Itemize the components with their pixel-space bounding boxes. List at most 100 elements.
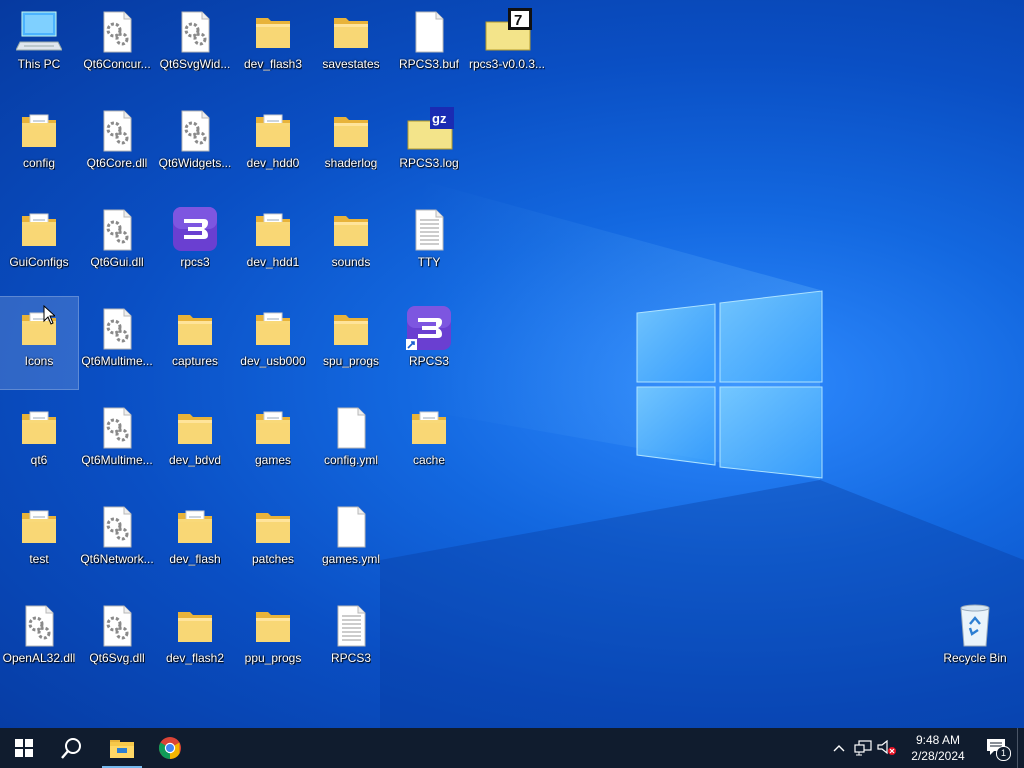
desktop-icon-rpcs3-v0-0-3[interactable]: 7 rpcs3-v0.0.3...	[468, 0, 546, 92]
desktop-icon-cache[interactable]: cache	[390, 396, 468, 488]
desktop-icon-qt6network[interactable]: Qt6Network...	[78, 495, 156, 587]
network-button[interactable]	[851, 728, 875, 768]
desktop-icon-rpcs3[interactable]: RPCS3	[390, 297, 468, 389]
desktop-icon-label: Icons	[24, 354, 54, 368]
desktop-icon-guiconfigs[interactable]: GuiConfigs	[0, 198, 78, 290]
desktop-icon-label: TTY	[417, 255, 441, 269]
desktop-icon-label: RPCS3.log	[399, 156, 459, 170]
desktop-icon-label: patches	[251, 552, 295, 566]
folderdoc-icon	[16, 305, 62, 351]
dll-icon	[94, 404, 140, 450]
file-explorer-icon	[110, 740, 134, 758]
desktop-icon-ppu-progs[interactable]: ppu_progs	[234, 594, 312, 686]
desktop-icon-label: games.yml	[321, 552, 380, 566]
search-button[interactable]	[48, 728, 96, 768]
desktop-icon-label: GuiConfigs	[9, 255, 69, 269]
folder-icon	[172, 602, 218, 648]
clock-date: 2/28/2024	[911, 749, 965, 763]
windows-start-icon	[15, 739, 33, 757]
desktop-icon-qt6svg-dll[interactable]: Qt6Svg.dll	[78, 594, 156, 686]
desktop-icon-shaderlog[interactable]: shaderlog	[312, 99, 390, 191]
desktop-icon-label: Qt6Multime...	[81, 354, 153, 368]
action-center-button[interactable]: 1	[977, 728, 1017, 768]
system-tray: 9:48 AM 2/28/2024 1	[827, 728, 1024, 768]
desktop-icon-dev-flash3[interactable]: dev_flash3	[234, 0, 312, 92]
clock[interactable]: 9:48 AM 2/28/2024	[899, 732, 977, 764]
rpcs3-icon	[406, 305, 452, 351]
desktop-icon-label: Qt6Core.dll	[86, 156, 148, 170]
desktop-icon-rpcs3-log[interactable]: gz RPCS3.log	[390, 99, 468, 191]
folder-icon	[172, 305, 218, 351]
desktop-icon-this-pc[interactable]: This PC	[0, 0, 78, 92]
folderdoc-icon	[16, 404, 62, 450]
desktop-icon-label: shaderlog	[324, 156, 378, 170]
show-hidden-icons-button[interactable]	[827, 728, 851, 768]
desktop-icon-icons[interactable]: Icons	[0, 296, 79, 390]
desktop-icon-label: dev_bdvd	[168, 453, 222, 467]
desktop-icon-captures[interactable]: captures	[156, 297, 234, 389]
desktop-icon-spu-progs[interactable]: spu_progs	[312, 297, 390, 389]
start-button[interactable]	[0, 728, 48, 768]
folderdoc-icon	[250, 107, 296, 153]
archive7z-icon: 7	[484, 8, 532, 54]
desktop-icon-rpcs3-buf[interactable]: RPCS3.buf	[390, 0, 468, 92]
dll-icon	[94, 305, 140, 351]
desktop-icon-patches[interactable]: patches	[234, 495, 312, 587]
desktop-icon-config-yml[interactable]: config.yml	[312, 396, 390, 488]
desktop-icon-label: Qt6Svg.dll	[89, 651, 145, 665]
desktop-icon-games-yml[interactable]: games.yml	[312, 495, 390, 587]
desktop-icon-label: dev_flash3	[243, 57, 303, 71]
desktop-icon-test[interactable]: test	[0, 495, 78, 587]
desktop-icon-dev-usb000[interactable]: dev_usb000	[234, 297, 312, 389]
desktop-icon-sounds[interactable]: sounds	[312, 198, 390, 290]
desktop-icon-qt6concur[interactable]: Qt6Concur...	[78, 0, 156, 92]
desktop-icon-rpcs3[interactable]: RPCS3	[312, 594, 390, 686]
desktop-icon-label: Qt6SvgWid...	[159, 57, 231, 71]
file-explorer-taskbar-button[interactable]	[98, 728, 146, 768]
folderdoc-icon	[16, 503, 62, 549]
desktop-icon-label: Qt6Network...	[80, 552, 154, 566]
desktop-icon-rpcs3[interactable]: rpcs3	[156, 198, 234, 290]
desktop-icon-label: Qt6Multime...	[81, 453, 153, 467]
file-icon	[328, 503, 374, 549]
desktop-icon-qt6multime[interactable]: Qt6Multime...	[78, 297, 156, 389]
archivegz-icon: gz	[406, 107, 454, 153]
folder-icon	[328, 206, 374, 252]
file-icon	[406, 8, 452, 54]
desktop-icon-savestates[interactable]: savestates	[312, 0, 390, 92]
svg-text:7: 7	[514, 12, 522, 29]
desktop-icon-dev-flash[interactable]: dev_flash	[156, 495, 234, 587]
svg-text:gz: gz	[432, 111, 447, 126]
text-icon	[406, 206, 452, 252]
desktop-icon-tty[interactable]: TTY	[390, 198, 468, 290]
desktop-icon-qt6[interactable]: qt6	[0, 396, 78, 488]
desktop-icon-label: rpcs3	[180, 255, 210, 269]
desktop-icon-games[interactable]: games	[234, 396, 312, 488]
desktop-icon-qt6svgwid[interactable]: Qt6SvgWid...	[156, 0, 234, 92]
folder-icon	[250, 503, 296, 549]
desktop-icon-dev-hdd1[interactable]: dev_hdd1	[234, 198, 312, 290]
speaker-muted-icon	[877, 740, 896, 755]
desktop-icon-config[interactable]: config	[0, 99, 78, 191]
desktop-icon-openal32-dll[interactable]: OpenAL32.dll	[0, 594, 78, 686]
chrome-taskbar-button[interactable]	[146, 728, 194, 768]
desktop-icon-recycle-bin[interactable]: Recycle Bin	[936, 594, 1014, 686]
desktop-icon-qt6multime[interactable]: Qt6Multime...	[78, 396, 156, 488]
desktop-icon-label: spu_progs	[322, 354, 380, 368]
desktop-icon-label: dev_flash	[169, 552, 221, 566]
dll-icon	[94, 602, 140, 648]
clock-time: 9:48 AM	[915, 733, 961, 747]
desktop-icon-dev-hdd0[interactable]: dev_hdd0	[234, 99, 312, 191]
show-desktop-button[interactable]	[1017, 728, 1024, 768]
desktop-icon-label: savestates	[322, 57, 380, 71]
desktop-icon-qt6core-dll[interactable]: Qt6Core.dll	[78, 99, 156, 191]
desktop-icon-label: config.yml	[323, 453, 379, 467]
desktop-icon-label: captures	[171, 354, 219, 368]
desktop-icon-qt6widgets[interactable]: Qt6Widgets...	[156, 99, 234, 191]
desktop-icon-qt6gui-dll[interactable]: Qt6Gui.dll	[78, 198, 156, 290]
volume-button[interactable]	[875, 728, 899, 768]
folder-icon	[250, 8, 296, 54]
desktop-icon-dev-bdvd[interactable]: dev_bdvd	[156, 396, 234, 488]
desktop-icon-label: OpenAL32.dll	[2, 651, 76, 665]
desktop-icon-dev-flash2[interactable]: dev_flash2	[156, 594, 234, 686]
